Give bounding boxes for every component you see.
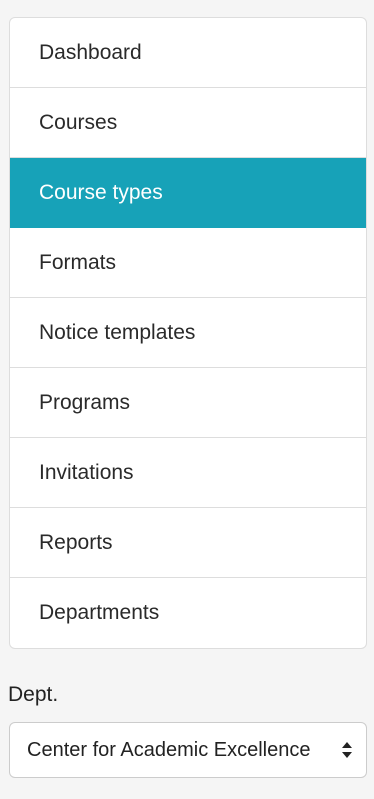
dept-label: Dept. (8, 683, 59, 706)
sidebar-item-notice-templates[interactable]: Notice templates (10, 298, 366, 368)
sidebar-item-programs[interactable]: Programs (10, 368, 366, 438)
dept-select[interactable]: Center for Academic Excellence (9, 722, 367, 778)
sidebar-item-formats[interactable]: Formats (10, 228, 366, 298)
updown-chevron-icon (342, 742, 352, 758)
sidebar-nav: Dashboard Courses Course types Formats N… (9, 17, 367, 649)
sidebar-item-departments[interactable]: Departments (10, 578, 366, 648)
dept-select-value: Center for Academic Excellence (27, 738, 311, 761)
sidebar-item-reports[interactable]: Reports (10, 508, 366, 578)
sidebar-item-invitations[interactable]: Invitations (10, 438, 366, 508)
sidebar-item-courses[interactable]: Courses (10, 88, 366, 158)
sidebar-item-course-types[interactable]: Course types (10, 158, 366, 228)
sidebar-item-dashboard[interactable]: Dashboard (10, 18, 366, 88)
